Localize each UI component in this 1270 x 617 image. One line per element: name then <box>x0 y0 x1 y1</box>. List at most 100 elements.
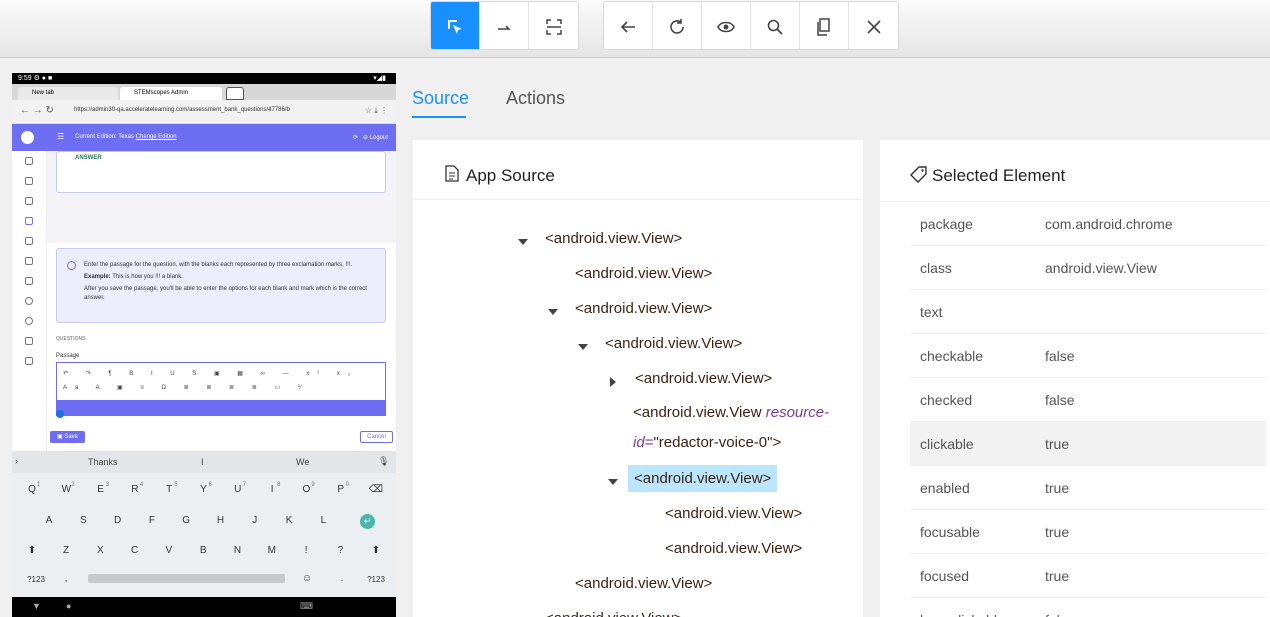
tree-node[interactable]: <android.view.View resource-id="redactor… <box>633 398 843 458</box>
key-hint: 7 <box>242 482 247 488</box>
key-hint: 2 <box>71 482 75 488</box>
tab-source[interactable]: Source <box>412 88 469 109</box>
keyboard-nav-icon[interactable]: ⌨ <box>300 601 313 612</box>
key-k[interactable]: K <box>281 515 297 526</box>
tap-coordinates-button[interactable] <box>529 2 578 49</box>
back-nav-icon[interactable]: ▼ <box>32 601 41 611</box>
property-row-long-clickable: long-clickable false <box>910 598 1266 617</box>
key-d[interactable]: D <box>110 515 126 526</box>
passage-editor[interactable]: ↶ ↷ ¶ B I U S ▣ ▦ ∞ — x² x₂ Aa A ▣ ≡ Ω ≣… <box>56 362 386 418</box>
menu-icon[interactable]: ☰ <box>57 132 64 141</box>
suggestion-word[interactable]: I <box>201 457 204 467</box>
suggestion-word[interactable]: Thanks <box>88 457 118 467</box>
document-icon[interactable] <box>25 197 33 205</box>
cancel-button[interactable]: Cancel <box>360 431 393 443</box>
mic-icon[interactable]: 🎙 <box>378 456 389 467</box>
key-a[interactable]: A <box>41 515 57 526</box>
key-h[interactable]: H <box>213 515 229 526</box>
space-bar[interactable] <box>88 574 285 583</box>
change-edition-link[interactable]: Change Edition <box>136 134 177 140</box>
new-tab-button[interactable] <box>226 87 244 100</box>
key-row3[interactable]: ! <box>298 545 314 556</box>
tree-node[interactable]: <android.view.View> <box>665 540 802 557</box>
key-row3[interactable]: N <box>230 545 246 556</box>
key-g[interactable]: G <box>178 515 194 526</box>
tree-node[interactable]: <android.view.View> <box>545 230 682 247</box>
key-row3[interactable]: B <box>195 545 211 556</box>
caret-down-icon[interactable] <box>578 344 588 350</box>
property-name: checked <box>920 392 973 408</box>
app-source-panel: App Source <android.view.View> <android.v… <box>413 140 863 617</box>
key-row3[interactable]: ? <box>332 545 348 556</box>
caret-down-icon[interactable] <box>548 309 558 315</box>
caret-down-icon[interactable] <box>518 239 528 245</box>
list-icon[interactable] <box>25 277 33 285</box>
editor-selected-area[interactable] <box>57 400 385 415</box>
search-button[interactable] <box>751 2 800 49</box>
tree-node[interactable]: <android.view.View> <box>575 575 712 592</box>
key-comma[interactable]: , <box>58 573 74 584</box>
tree-node-selected[interactable]: <android.view.View> <box>628 465 778 492</box>
key-s[interactable]: S <box>75 515 91 526</box>
url-text[interactable]: https://admin30-qa.acceleratelearning.co… <box>74 107 290 113</box>
key-f[interactable]: F <box>144 515 160 526</box>
tree-node[interactable]: <android.view.View> <box>575 265 712 282</box>
browser-tab-newtab[interactable]: New tab <box>18 87 118 100</box>
key-row3[interactable]: C <box>127 545 143 556</box>
lock-icon[interactable] <box>25 177 33 185</box>
tree-node-tag: <android.view.View> <box>634 470 772 487</box>
property-row-text: text <box>910 290 1266 334</box>
show-hide-button[interactable] <box>702 2 751 49</box>
key-row3[interactable]: X <box>92 545 108 556</box>
text-cursor-handle[interactable] <box>56 410 64 418</box>
select-elements-button[interactable] <box>431 2 480 49</box>
key-symbols[interactable]: ?123 <box>24 575 48 584</box>
tree-node[interactable]: <android.view.View> <box>545 610 682 617</box>
device-screenshot[interactable]: 9:59 ⚙ ● ■ ▾◢▮ New tab STEMscopes Admin ←… <box>12 73 396 617</box>
caret-right-icon[interactable] <box>610 377 616 387</box>
user-icon[interactable] <box>25 317 33 325</box>
report-icon[interactable] <box>25 337 33 345</box>
enter-key[interactable]: ↵ <box>360 514 375 529</box>
globe-icon[interactable] <box>25 297 33 305</box>
key-row3[interactable]: M <box>264 545 280 556</box>
tab-actions[interactable]: Actions <box>506 88 565 109</box>
property-name: clickable <box>920 436 974 452</box>
tree-node[interactable]: <android.view.View> <box>635 370 772 387</box>
key-symbols-right[interactable]: ?123 <box>364 575 388 584</box>
key-row3[interactable]: V <box>161 545 177 556</box>
tree-node[interactable]: <android.view.View> <box>605 335 742 352</box>
branch-icon[interactable] <box>25 257 33 265</box>
browser-tab-stemscopes[interactable]: STEMscopes Admin <box>120 87 222 100</box>
refresh-button[interactable] <box>653 2 702 49</box>
emoji-key[interactable]: ☺ <box>299 573 315 584</box>
logout-link[interactable]: ⟳ ⊖ Logout <box>353 134 388 141</box>
shift-key[interactable]: ⬆ <box>24 545 40 556</box>
shift-key-right[interactable]: ⬆ <box>368 545 384 556</box>
browser-menu-icon[interactable]: ☆ ⤓ ⋮ <box>365 106 388 116</box>
backspace-key[interactable]: ⌫ <box>368 484 384 495</box>
editor-toolbar[interactable]: ↶ ↷ ¶ B I U S ▣ ▦ ∞ — x² x₂ Aa A ▣ ≡ Ω ≣… <box>57 363 385 397</box>
selected-element-header: Selected Element <box>880 140 1270 202</box>
question-icon[interactable] <box>25 217 33 225</box>
suggestion-word[interactable]: We <box>296 457 309 467</box>
key-l[interactable]: L <box>315 515 331 526</box>
questions-label: QUESTIONS <box>56 336 86 342</box>
save-button[interactable]: ▣ Save <box>50 431 85 443</box>
home-nav-icon[interactable]: ● <box>66 601 71 611</box>
key-j[interactable]: J <box>247 515 263 526</box>
key-period[interactable]: . <box>334 573 350 584</box>
nav-arrows-icon[interactable]: ← → ↻ <box>20 105 54 116</box>
quit-button[interactable] <box>849 2 898 49</box>
tree-node[interactable]: <android.view.View> <box>575 300 712 317</box>
back-button[interactable] <box>604 2 653 49</box>
swipe-button[interactable] <box>480 2 529 49</box>
key-row3[interactable]: Z <box>58 545 74 556</box>
tree-node[interactable]: <android.view.View> <box>665 505 802 522</box>
caret-down-icon[interactable] <box>608 479 618 485</box>
copy-xml-button[interactable] <box>800 2 849 49</box>
expand-icon[interactable]: › <box>15 456 18 466</box>
video-icon[interactable] <box>25 357 33 365</box>
dashboard-icon[interactable] <box>25 157 33 165</box>
edit-icon[interactable] <box>25 237 33 245</box>
